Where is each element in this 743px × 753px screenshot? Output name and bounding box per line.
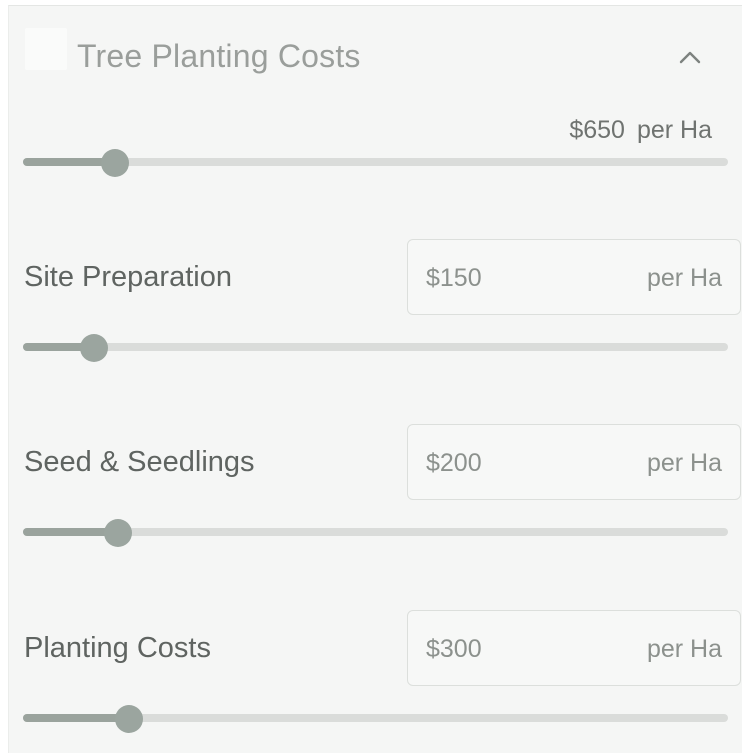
total-cost-display: $650 per Ha bbox=[569, 116, 712, 145]
chevron-up-icon-svg bbox=[679, 51, 701, 64]
planting-costs-cost-field[interactable]: $300 per Ha bbox=[407, 610, 741, 686]
site-preparation-label: Site Preparation bbox=[24, 261, 232, 293]
slider-thumb[interactable] bbox=[79, 334, 108, 362]
total-cost-unit: per Ha bbox=[636, 116, 712, 144]
planting-costs-unit: per Ha bbox=[646, 635, 722, 663]
chevron-up-icon[interactable] bbox=[677, 44, 703, 70]
slider-thumb[interactable] bbox=[114, 705, 143, 733]
total-cost-slider[interactable] bbox=[23, 149, 728, 177]
site-preparation-slider[interactable] bbox=[23, 334, 728, 362]
site-preparation-unit: per Ha bbox=[646, 264, 722, 292]
planting-costs-amount: $300 bbox=[426, 635, 482, 663]
seed-seedlings-cost-field[interactable]: $200 per Ha bbox=[407, 424, 741, 500]
seed-seedlings-slider[interactable] bbox=[23, 519, 728, 547]
section-icon bbox=[25, 28, 67, 70]
seed-seedlings-unit: per Ha bbox=[646, 449, 722, 477]
tree-planting-costs-panel: Tree Planting Costs $650 per Ha Site Prep… bbox=[8, 5, 742, 753]
slider-track bbox=[23, 343, 728, 351]
slider-fill bbox=[23, 714, 129, 722]
slider-thumb[interactable] bbox=[100, 149, 129, 177]
slider-track bbox=[23, 158, 728, 166]
seed-seedlings-amount: $200 bbox=[426, 449, 482, 477]
site-preparation-cost-field[interactable]: $150 per Ha bbox=[407, 239, 741, 315]
slider-thumb[interactable] bbox=[104, 519, 133, 547]
seed-seedlings-label: Seed & Seedlings bbox=[24, 446, 255, 478]
total-cost-amount: $650 bbox=[569, 116, 625, 144]
planting-costs-label: Planting Costs bbox=[24, 632, 211, 664]
section-title: Tree Planting Costs bbox=[77, 38, 361, 74]
planting-costs-slider[interactable] bbox=[23, 705, 728, 733]
site-preparation-amount: $150 bbox=[426, 264, 482, 292]
